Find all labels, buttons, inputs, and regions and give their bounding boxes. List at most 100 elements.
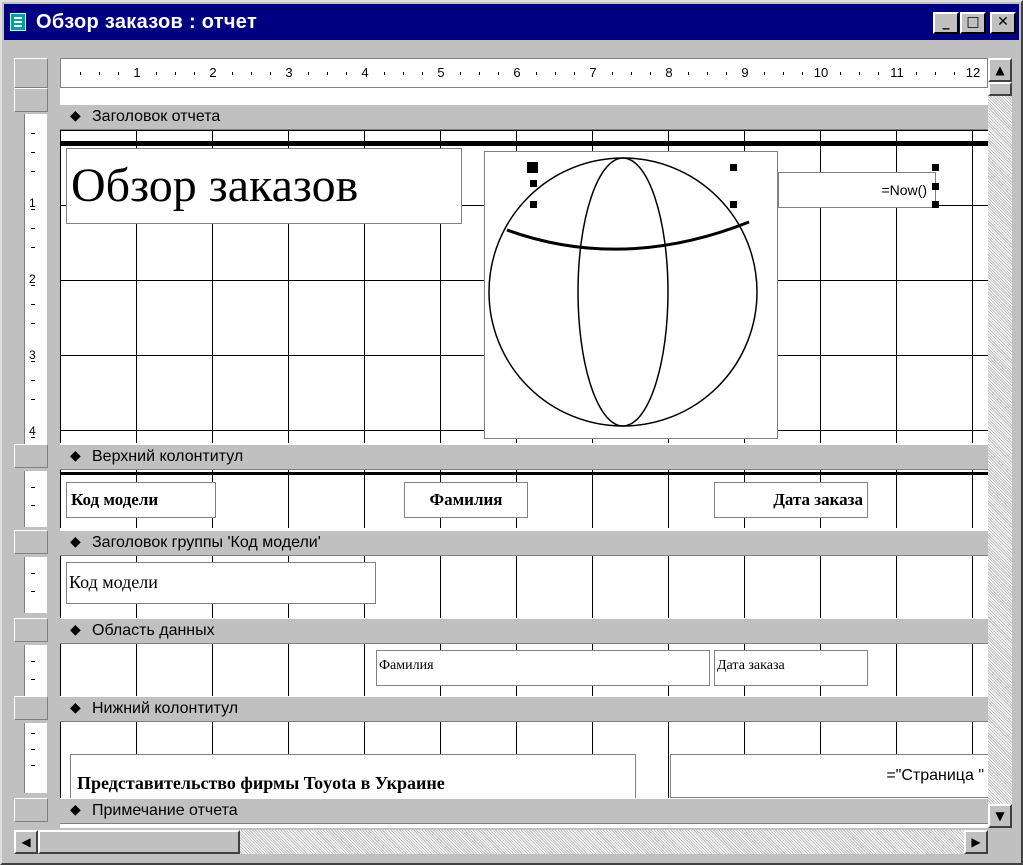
ruler-tick [726, 72, 727, 75]
section-title: Примечание отчета [92, 802, 238, 819]
vruler-number: 3 [29, 348, 36, 362]
section-title: Нижний колонтитул [92, 700, 239, 717]
ruler-tick [31, 171, 35, 172]
ruler-tick [802, 72, 803, 75]
ruler-segment[interactable] [24, 557, 47, 613]
section-selector-report-footer[interactable] [14, 798, 48, 822]
ruler-tick [840, 72, 841, 75]
ruler-tick [384, 72, 385, 75]
ruler-tick [783, 72, 784, 75]
globe-image[interactable] [484, 151, 778, 439]
ruler-tick [878, 72, 879, 75]
horizontal-scroll-thumb[interactable] [38, 830, 240, 854]
section-arrow-icon: ◆ [70, 108, 81, 124]
ruler-tick [498, 72, 499, 75]
ruler-tick [156, 72, 157, 75]
ruler-tick [631, 72, 632, 75]
ruler-number: 6 [513, 65, 521, 80]
label-model-code[interactable]: Код модели [66, 482, 216, 518]
globe-icon [488, 157, 758, 427]
scroll-right-button[interactable]: ▶ [964, 830, 988, 854]
section-selector-page-footer[interactable] [14, 696, 48, 720]
group-model-code-field[interactable]: Код модели [66, 562, 376, 604]
ruler-tick [707, 72, 708, 75]
footer-page-field[interactable]: ="Страница " [670, 754, 988, 798]
ruler-segment[interactable]: 1 2 3 4 [24, 114, 47, 444]
ruler-tick [650, 72, 651, 75]
horizontal-ruler[interactable]: 1 2 3 4 5 6 7 8 9 10 11 12 [60, 58, 988, 88]
ruler-corner-selector[interactable] [14, 58, 48, 88]
selection-handle[interactable] [730, 164, 737, 171]
selection-handle[interactable] [932, 201, 939, 208]
ruler-tick [31, 380, 35, 381]
header-rule-line[interactable] [60, 141, 988, 146]
ruler-tick [574, 72, 575, 75]
section-title: Заголовок группы 'Код модели' [92, 534, 321, 551]
section-bar-detail[interactable]: ◆ Область данных [60, 618, 988, 644]
ruler-tick [460, 72, 461, 75]
ruler-tick [31, 152, 35, 153]
scroll-left-button[interactable]: ◀ [14, 830, 38, 854]
title-bar[interactable]: Обзор заказов : отчет _ □ ✕ [4, 4, 1019, 40]
report-title-label[interactable]: Обзор заказов [66, 148, 462, 224]
section-selector-report-header[interactable] [14, 88, 48, 112]
section-bar-page-footer[interactable]: ◆ Нижний колонтитул [60, 696, 988, 722]
now-date-field[interactable]: =Now() [778, 172, 936, 208]
close-button[interactable]: ✕ [990, 12, 1016, 34]
field-surname[interactable]: Фамилия [376, 650, 710, 686]
scroll-down-button[interactable]: ▼ [988, 804, 1012, 828]
section-selector-group-header[interactable] [14, 530, 48, 554]
ruler-tick [270, 72, 271, 75]
field-order-date[interactable]: Дата заказа [714, 650, 868, 686]
ruler-tick [954, 72, 955, 75]
horizontal-scrollbar[interactable]: ◀ ▶ [14, 830, 988, 854]
selection-handle[interactable] [530, 201, 537, 208]
page-header-rule-line[interactable] [60, 472, 988, 475]
section-bar-report-header[interactable]: ◆ Заголовок отчета [60, 104, 988, 130]
footer-company-label[interactable]: Представительство фирмы Toyota в Украине [70, 754, 636, 798]
section-selector-detail[interactable] [14, 618, 48, 642]
selection-handle[interactable] [730, 201, 737, 208]
resize-grip[interactable] [988, 830, 1012, 854]
scroll-down-icon: ▼ [995, 809, 1005, 823]
section-arrow-icon: ◆ [70, 802, 81, 818]
selection-handle[interactable] [932, 183, 939, 190]
vertical-scroll-thumb[interactable] [988, 82, 1012, 96]
ruler-number: 9 [741, 65, 749, 80]
ruler-number: 4 [361, 65, 369, 80]
ruler-tick [31, 399, 35, 400]
section-bar-page-header[interactable]: ◆ Верхний колонтитул [60, 444, 988, 470]
selection-handle[interactable] [932, 164, 939, 171]
minimize-button[interactable]: _ [933, 12, 959, 34]
label-surname[interactable]: Фамилия [404, 482, 528, 518]
ruler-tick [99, 72, 100, 75]
ruler-segment[interactable] [24, 645, 47, 701]
close-icon: ✕ [997, 14, 1009, 30]
scroll-left-icon: ◀ [21, 835, 31, 849]
report-icon[interactable] [10, 13, 26, 31]
section-title: Область данных [92, 622, 215, 639]
ruler-tick [31, 323, 35, 324]
ruler-segment[interactable] [24, 723, 47, 793]
report-design-surface: ◆ Заголовок отчета Обзор заказов =Now() … [60, 88, 988, 828]
minimize-icon: _ [942, 14, 950, 30]
maximize-button[interactable]: □ [960, 12, 986, 34]
ruler-number: 2 [209, 65, 217, 80]
section-selector-page-header[interactable] [14, 444, 48, 468]
ruler-tick [403, 72, 404, 75]
ruler-number: 3 [285, 65, 293, 80]
ruler-tick [688, 72, 689, 75]
ruler-segment[interactable] [24, 471, 47, 527]
section-arrow-icon: ◆ [70, 534, 81, 550]
selection-handle[interactable] [527, 162, 538, 173]
section-arrow-icon: ◆ [70, 448, 81, 464]
section-bar-group-header[interactable]: ◆ Заголовок группы 'Код модели' [60, 530, 988, 556]
vertical-scrollbar[interactable]: ▲ ▼ [988, 58, 1012, 828]
label-order-date[interactable]: Дата заказа [714, 482, 868, 518]
ruler-number: 7 [589, 65, 597, 80]
section-title: Заголовок отчета [92, 108, 221, 125]
selection-handle[interactable] [530, 180, 537, 187]
scroll-up-button[interactable]: ▲ [988, 58, 1012, 82]
ruler-number: 10 [813, 65, 829, 80]
section-bar-report-footer[interactable]: ◆ Примечание отчета [60, 798, 988, 824]
